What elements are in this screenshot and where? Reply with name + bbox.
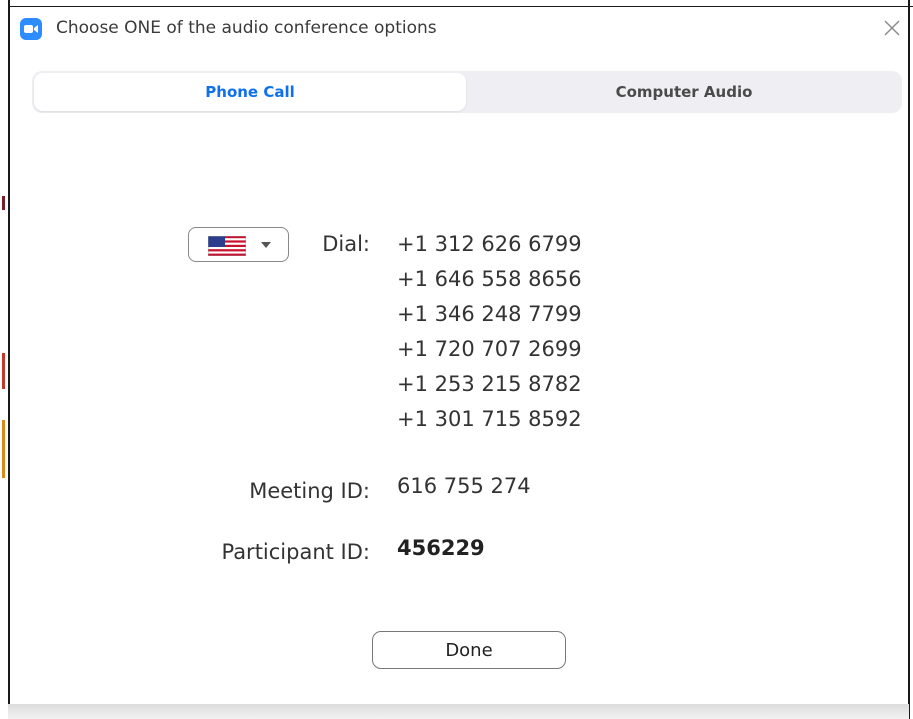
- dial-number: +1 346 248 7799: [397, 302, 582, 326]
- window-border-top: [8, 6, 913, 7]
- background-window-edge: [0, 0, 8, 719]
- done-button[interactable]: Done: [372, 631, 566, 669]
- tab-computer-audio[interactable]: Computer Audio: [468, 71, 900, 113]
- audio-option-tabs: Phone Call Computer Audio: [32, 71, 902, 113]
- country-dropdown[interactable]: [188, 227, 289, 262]
- close-button[interactable]: [878, 14, 906, 42]
- caret-down-icon: [261, 242, 271, 248]
- us-flag-icon: [208, 236, 246, 256]
- dial-number: +1 312 626 6799: [397, 232, 582, 256]
- participant-id-label: Participant ID:: [221, 540, 370, 564]
- zoom-camera-icon: [20, 18, 42, 40]
- dial-number: +1 720 707 2699: [397, 337, 582, 361]
- audio-options-window: Choose ONE of the audio conference optio…: [0, 0, 913, 719]
- close-icon: [884, 20, 900, 36]
- window-border-right: [908, 0, 910, 719]
- meeting-id-value: 616 755 274: [397, 474, 531, 498]
- window-title: Choose ONE of the audio conference optio…: [56, 18, 437, 38]
- participant-id-value: 456229: [397, 536, 485, 560]
- window-border-left: [8, 0, 10, 705]
- window-shadow-bottom: [8, 704, 909, 719]
- title-bar: Choose ONE of the audio conference optio…: [10, 8, 908, 48]
- dial-number: +1 301 715 8592: [397, 407, 582, 431]
- dial-label: Dial:: [322, 232, 370, 256]
- dial-number-list: +1 312 626 6799 +1 646 558 8656 +1 346 2…: [397, 227, 582, 437]
- meeting-id-label: Meeting ID:: [249, 479, 370, 503]
- dial-number: +1 253 215 8782: [397, 372, 582, 396]
- dial-number: +1 646 558 8656: [397, 267, 582, 291]
- tab-phone-call[interactable]: Phone Call: [34, 73, 466, 111]
